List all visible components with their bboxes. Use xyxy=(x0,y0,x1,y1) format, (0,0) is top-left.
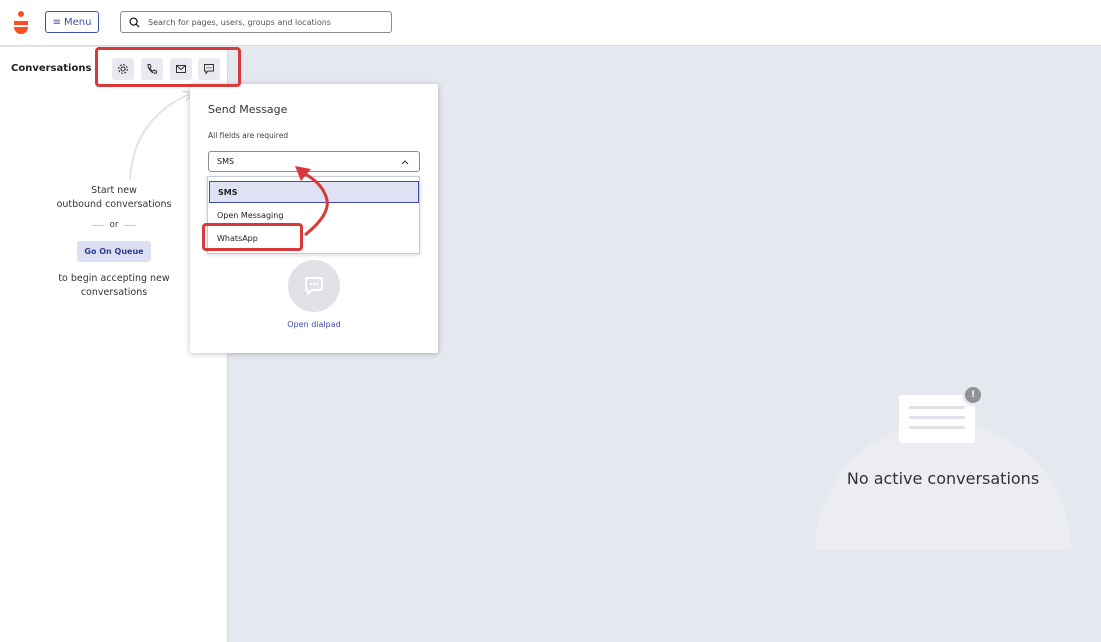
highlight-action-icons xyxy=(95,47,241,87)
empty-state-text: No active conversations xyxy=(846,469,1040,488)
popup-title: Send Message xyxy=(208,103,288,116)
or-divider: or xyxy=(88,220,140,230)
channel-select-value: SMS xyxy=(217,157,235,166)
info-icon: ! xyxy=(962,384,984,406)
menu-button[interactable]: ≡ Menu xyxy=(45,11,99,33)
search-icon xyxy=(129,16,140,28)
open-dialpad-link[interactable]: Open dialpad xyxy=(190,320,438,329)
or-text: or xyxy=(109,220,119,230)
chat-bubble-icon xyxy=(305,277,323,295)
popup-subtitle: All fields are required xyxy=(208,131,289,140)
dialpad-button[interactable] xyxy=(288,260,340,312)
empty-state-illustration xyxy=(899,395,975,443)
hamburger-icon: ≡ xyxy=(52,16,61,28)
hint-arrow-curve xyxy=(129,90,195,180)
search-input[interactable]: Search for pages, users, groups and loca… xyxy=(120,11,392,33)
search-placeholder: Search for pages, users, groups and loca… xyxy=(148,17,331,27)
panel-title: Conversations xyxy=(11,63,92,74)
menu-label: Menu xyxy=(63,16,92,28)
chevron-up-icon xyxy=(401,159,409,164)
go-on-queue-button[interactable]: Go On Queue xyxy=(77,241,151,262)
annotation-arrow xyxy=(295,166,329,237)
app-logo[interactable] xyxy=(12,10,30,36)
top-bar: ≡ Menu Search for pages, users, groups a… xyxy=(0,0,1101,46)
